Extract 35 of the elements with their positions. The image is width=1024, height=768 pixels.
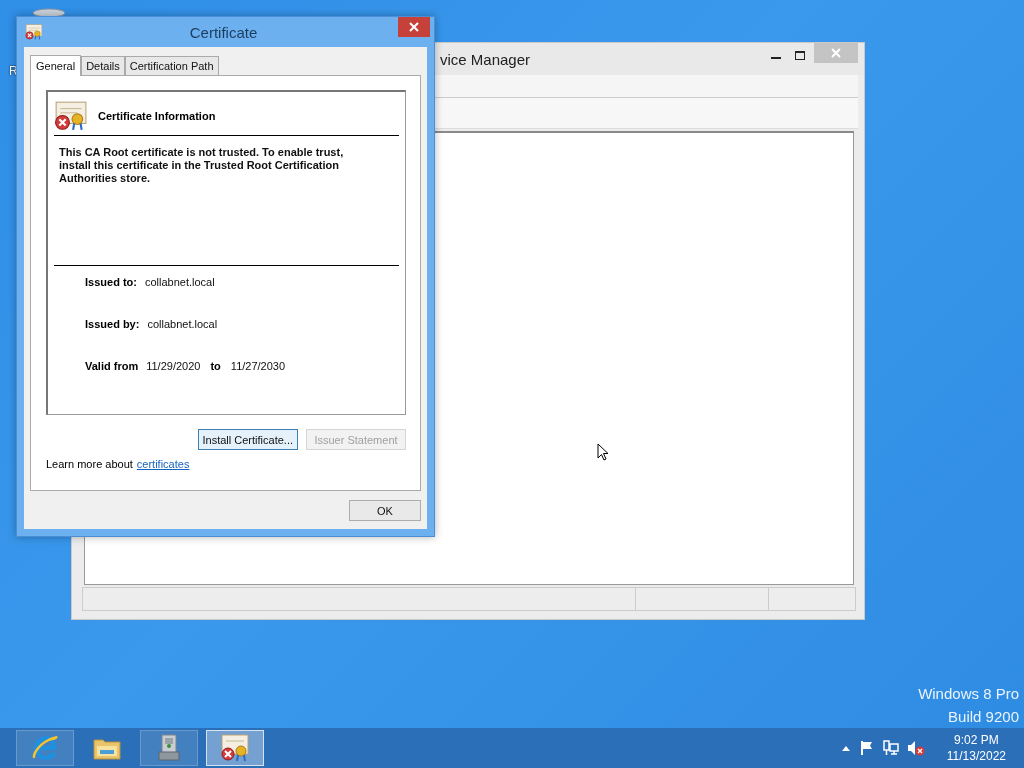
field-label: Issued to: bbox=[85, 276, 137, 288]
tab[interactable]: Details bbox=[81, 56, 125, 75]
field-value: collabnet.local bbox=[147, 318, 218, 330]
field-label: Issued by: bbox=[85, 318, 140, 330]
taskbar-button[interactable] bbox=[206, 730, 264, 766]
field-value: 11/29/2020 bbox=[146, 360, 201, 372]
certificate-error-icon[interactable] bbox=[219, 732, 251, 764]
warning-message: This CA Root certificate is not trusted. To enable trust, install this certificate in the Trusted Root Certification Authorities store. bbox=[59, 146, 345, 185]
tab[interactable]: General bbox=[30, 55, 82, 76]
help-text: Learn more about bbox=[46, 458, 133, 470]
close-icon[interactable] bbox=[408, 21, 420, 33]
show-hidden-icons-icon[interactable] bbox=[840, 744, 851, 752]
taskbar-button[interactable] bbox=[140, 730, 198, 766]
info-heading: Certificate Information bbox=[98, 110, 216, 122]
clock[interactable]: 9:02 PM 11/13/2022 bbox=[946, 732, 1006, 764]
field-value: collabnet.local bbox=[144, 276, 215, 288]
speaker-muted-icon[interactable] bbox=[906, 740, 925, 756]
certificate-error-icon bbox=[25, 24, 43, 40]
field-value: 11/27/2030 bbox=[230, 360, 286, 372]
close-button[interactable] bbox=[398, 17, 430, 37]
install-button[interactable]: Install Certificate... bbox=[197, 429, 298, 450]
mouse-cursor-icon bbox=[597, 443, 609, 461]
taskbar-button[interactable] bbox=[16, 730, 74, 766]
certificate-error-icon bbox=[54, 101, 88, 131]
edition-text: Build 9200 bbox=[948, 707, 1019, 726]
flag-icon[interactable] bbox=[858, 740, 875, 756]
dialog-title: Certificate bbox=[188, 23, 259, 41]
tab[interactable]: Certification Path bbox=[124, 56, 219, 75]
field-label: Valid from bbox=[85, 360, 139, 372]
field-label: to bbox=[210, 360, 221, 372]
certificates-link[interactable]: certificates bbox=[136, 458, 190, 470]
ok-button[interactable]: OK bbox=[349, 500, 421, 521]
edition-text: Windows 8 Pro bbox=[918, 684, 1019, 703]
window-title: vice Manager bbox=[440, 50, 532, 68]
network-icon[interactable] bbox=[882, 740, 899, 756]
